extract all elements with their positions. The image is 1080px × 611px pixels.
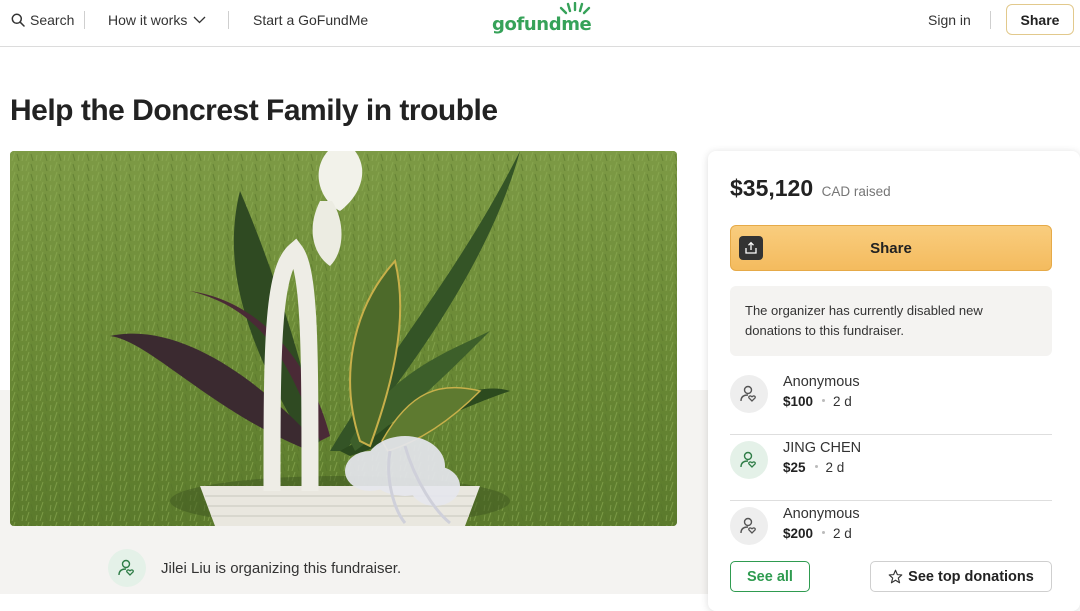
- search-button[interactable]: Search: [11, 0, 74, 40]
- search-icon: [11, 13, 25, 27]
- organizer-avatar[interactable]: [108, 549, 146, 587]
- nav-divider: [84, 11, 85, 29]
- nav-divider: [990, 11, 991, 29]
- page-title: Help the Doncrest Family in trouble: [10, 94, 498, 127]
- donations-disabled-notice: The organizer has currently disabled new…: [730, 286, 1052, 356]
- see-top-donations-button[interactable]: See top donations: [870, 561, 1052, 592]
- amount-raised: $35,120 CAD raised: [730, 175, 891, 202]
- donor-name: JING CHEN: [783, 440, 862, 456]
- donation-meta: $100 2 d: [783, 394, 852, 409]
- campaign-hero-image[interactable]: [10, 151, 677, 526]
- user-heart-icon: [740, 385, 756, 402]
- donation-item: Anonymous $100 2 d: [730, 369, 1052, 435]
- donation-amount: $25: [783, 460, 806, 475]
- donation-amount: $100: [783, 394, 814, 409]
- sun-burst-icon: [559, 2, 591, 15]
- header-share-label: Share: [1020, 11, 1060, 28]
- donation-time: 2 d: [833, 526, 852, 541]
- raised-amount: $35,120: [730, 175, 814, 201]
- user-heart-icon: [118, 559, 134, 576]
- organizer-text: Jilei Liu is organizing this fundraiser.: [161, 560, 402, 577]
- search-label: Search: [30, 12, 75, 28]
- gofundme-logo[interactable]: gofundme: [490, 2, 600, 42]
- top-nav-bar: Search How it works Start a GoFundMe gof…: [0, 0, 1080, 47]
- nav-divider: [228, 11, 229, 29]
- start-gofundme-link[interactable]: Start a GoFundMe: [253, 0, 368, 40]
- separator-dot: [822, 399, 826, 403]
- donation-item: Anonymous $200 2 d: [730, 501, 1052, 567]
- separator-dot: [822, 531, 826, 535]
- donation-meta: $25 2 d: [783, 460, 844, 475]
- user-heart-icon: [740, 451, 756, 468]
- sign-in-label: Sign in: [928, 12, 971, 28]
- chevron-down-icon: [193, 16, 206, 24]
- start-gofundme-label: Start a GoFundMe: [253, 12, 369, 28]
- donation-meta: $200 2 d: [783, 526, 852, 541]
- sign-in-link[interactable]: Sign in: [928, 0, 971, 40]
- plant-basket-photo-icon: [10, 151, 677, 526]
- how-it-works-label: How it works: [108, 12, 188, 28]
- donor-name: Anonymous: [783, 506, 860, 522]
- donor-name: Anonymous: [783, 374, 860, 390]
- donation-time: 2 d: [825, 460, 845, 475]
- see-all-button[interactable]: See all: [730, 561, 810, 592]
- how-it-works-menu[interactable]: How it works: [108, 0, 206, 40]
- share-upload-icon: [739, 236, 763, 260]
- donor-avatar: [730, 375, 768, 413]
- user-heart-icon: [740, 517, 756, 534]
- donation-amount: $200: [783, 526, 814, 541]
- share-button[interactable]: Share: [730, 225, 1052, 271]
- see-all-label: See all: [747, 568, 793, 585]
- header-share-button[interactable]: Share: [1006, 4, 1074, 35]
- donor-avatar: [730, 441, 768, 479]
- see-top-donations-label: See top donations: [908, 568, 1034, 585]
- donation-item: JING CHEN $25 2 d: [730, 435, 1052, 501]
- separator-dot: [814, 465, 818, 469]
- share-button-label: Share: [870, 239, 912, 257]
- raised-currency-label: CAD raised: [821, 184, 891, 199]
- star-icon: [888, 569, 903, 584]
- donor-avatar: [730, 507, 768, 545]
- donation-time: 2 d: [833, 394, 852, 409]
- donation-sidebar-card: $35,120 CAD raised Share The organizer h…: [708, 151, 1080, 611]
